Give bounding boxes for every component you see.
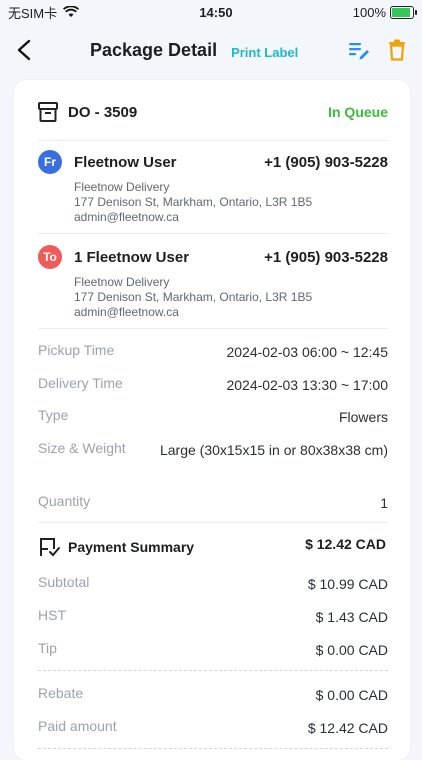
detail-row-quantity: Quantity 1	[38, 493, 388, 513]
status-left: 无SIM卡	[8, 3, 80, 22]
detail-row-pickup: Pickup Time 2024-02-03 06:00 ~ 12:45	[38, 342, 388, 362]
divider	[38, 233, 388, 234]
divider	[38, 140, 388, 141]
detail-label: Type	[38, 407, 69, 423]
sender-name: Fleetnow User	[74, 153, 177, 171]
package-detail-card: DO - 3509 In Queue Fr Fleetnow User +1 (…	[14, 80, 410, 760]
detail-label: Pickup Time	[38, 342, 115, 358]
page-title: Package Detail	[90, 39, 218, 60]
trash-icon[interactable]	[388, 39, 406, 61]
detail-row-delivery: Delivery Time 2024-02-03 13:30 ~ 17:00	[38, 375, 388, 395]
payment-value: $ 0.00 CAD	[315, 642, 388, 658]
payment-label: Paid amount	[38, 718, 117, 734]
payment-label: Tip	[38, 640, 57, 656]
carrier-text: 无SIM卡	[8, 5, 58, 21]
payment-total: $ 12.42 CAD	[305, 536, 386, 552]
recipient-name: 1 Fleetnow User	[74, 248, 190, 266]
payment-row-rebate: Rebate $ 0.00 CAD	[38, 685, 388, 705]
detail-label: Size & Weight	[38, 440, 126, 456]
detail-value: 1	[380, 495, 388, 511]
divider	[38, 522, 388, 523]
order-id: DO - 3509	[68, 103, 138, 121]
recipient-address: 177 Denison St, Markham, Ontario, L3R 1B…	[74, 290, 313, 304]
payment-row-hst: HST $ 1.43 CAD	[38, 607, 388, 627]
detail-value: Flowers	[338, 409, 388, 425]
detail-value: Large (30x15x15 in or 80x38x38 cm)	[159, 442, 388, 458]
clock: 14:50	[199, 4, 233, 20]
status-badge: In Queue	[328, 104, 388, 120]
recipient-company: Fleetnow Delivery	[74, 275, 170, 289]
payment-label: Rebate	[38, 685, 84, 701]
payment-label: HST	[38, 607, 66, 623]
sender-company: Fleetnow Delivery	[74, 180, 170, 194]
divider	[38, 328, 388, 329]
back-button[interactable]	[16, 36, 44, 64]
nav-actions	[348, 39, 406, 61]
dashed-divider	[38, 670, 388, 671]
payment-value: $ 12.42 CAD	[307, 720, 388, 736]
sender-badge: Fr	[38, 150, 62, 174]
payment-value: $ 10.99 CAD	[307, 576, 388, 592]
payment-label: Subtotal	[38, 574, 90, 590]
status-bar: 无SIM卡 14:50 100%	[0, 0, 422, 24]
wifi-icon	[63, 6, 80, 17]
detail-row-size: Size & Weight Large (30x15x15 in or 80x3…	[38, 440, 388, 460]
status-right: 100%	[352, 4, 417, 20]
payment-summary-header: Payment Summary	[38, 536, 194, 558]
sender-address: 177 Denison St, Markham, Ontario, L3R 1B…	[74, 195, 313, 209]
print-label-button[interactable]: Print Label	[231, 45, 298, 60]
sender-details: Fleetnow Delivery 177 Denison St, Markha…	[74, 180, 388, 225]
payment-title: Payment Summary	[68, 539, 195, 555]
sender-block: Fr Fleetnow User +1 (905) 903-5228 Fleet…	[38, 150, 388, 225]
detail-value: 2024-02-03 06:00 ~ 12:45	[226, 344, 388, 360]
payment-flag-icon	[40, 538, 60, 557]
recipient-block: To 1 Fleetnow User +1 (905) 903-5228 Fle…	[38, 245, 388, 320]
nav-bar: Package Detail Print Label	[0, 30, 422, 70]
payment-value: $ 0.00 CAD	[315, 687, 388, 703]
detail-value: 2024-02-03 13:30 ~ 17:00	[226, 377, 388, 393]
recipient-email[interactable]: admin@fleetnow.ca	[74, 305, 388, 320]
payment-row-subtotal: Subtotal $ 10.99 CAD	[38, 574, 388, 594]
sender-phone[interactable]: +1 (905) 903-5228	[264, 154, 388, 171]
back-arrow-icon	[17, 39, 31, 61]
payment-row-paid: Paid amount $ 12.42 CAD	[38, 718, 388, 738]
package-box-icon	[38, 102, 58, 122]
order-header: DO - 3509 In Queue	[38, 102, 388, 122]
detail-label: Delivery Time	[38, 375, 123, 391]
detail-label: Quantity	[38, 493, 91, 509]
edit-list-icon[interactable]	[348, 40, 370, 60]
detail-row-type: Type Flowers	[38, 407, 388, 427]
dashed-divider	[38, 748, 388, 749]
recipient-phone[interactable]: +1 (905) 903-5228	[264, 249, 388, 266]
payment-value: $ 1.43 CAD	[315, 609, 388, 625]
battery-percent: 100%	[352, 4, 386, 20]
recipient-badge: To	[38, 245, 62, 269]
battery-icon	[390, 5, 417, 19]
payment-row-tip: Tip $ 0.00 CAD	[38, 640, 388, 660]
sender-email[interactable]: admin@fleetnow.ca	[74, 210, 388, 225]
recipient-details: Fleetnow Delivery 177 Denison St, Markha…	[74, 275, 388, 320]
